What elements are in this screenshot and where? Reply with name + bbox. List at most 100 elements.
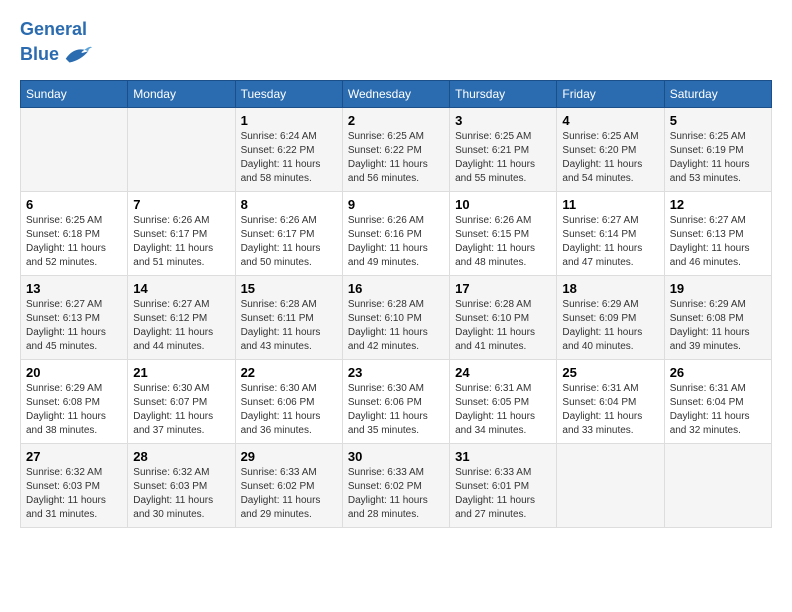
- day-info: Sunrise: 6:25 AM Sunset: 6:21 PM Dayligh…: [455, 130, 551, 186]
- calendar-cell: 2 Sunrise: 6:25 AM Sunset: 6:22 PM Daylig…: [342, 107, 449, 191]
- day-number: 23: [348, 365, 444, 380]
- calendar-cell: 30 Sunrise: 6:33 AM Sunset: 6:02 PM Dayli…: [342, 443, 449, 527]
- day-number: 18: [562, 281, 658, 296]
- day-number: 4: [562, 113, 658, 128]
- header-thursday: Thursday: [450, 80, 557, 107]
- calendar-cell: 16 Sunrise: 6:28 AM Sunset: 6:10 PM Dayli…: [342, 275, 449, 359]
- day-number: 24: [455, 365, 551, 380]
- header-sunday: Sunday: [21, 80, 128, 107]
- day-info: Sunrise: 6:33 AM Sunset: 6:01 PM Dayligh…: [455, 466, 551, 522]
- page-header: General Blue: [20, 20, 772, 70]
- day-info: Sunrise: 6:26 AM Sunset: 6:17 PM Dayligh…: [133, 214, 229, 270]
- calendar-cell: 6Sunrise: 6:25 AM Sunset: 6:18 PM Daylig…: [21, 191, 128, 275]
- day-info: Sunrise: 6:25 AM Sunset: 6:22 PM Dayligh…: [348, 130, 444, 186]
- day-number: 22: [241, 365, 337, 380]
- calendar-cell: 12 Sunrise: 6:27 AM Sunset: 6:13 PM Dayli…: [664, 191, 771, 275]
- calendar-cell: 23 Sunrise: 6:30 AM Sunset: 6:06 PM Dayli…: [342, 359, 449, 443]
- calendar-row: 1 Sunrise: 6:24 AM Sunset: 6:22 PM Daylig…: [21, 107, 772, 191]
- day-number: 1: [241, 113, 337, 128]
- day-info: Sunrise: 6:30 AM Sunset: 6:07 PM Dayligh…: [133, 382, 229, 438]
- day-info: Sunrise: 6:31 AM Sunset: 6:05 PM Dayligh…: [455, 382, 551, 438]
- day-number: 7: [133, 197, 229, 212]
- day-info: Sunrise: 6:27 AM Sunset: 6:13 PM Dayligh…: [26, 298, 122, 354]
- day-info: Sunrise: 6:32 AM Sunset: 6:03 PM Dayligh…: [133, 466, 229, 522]
- day-info: Sunrise: 6:30 AM Sunset: 6:06 PM Dayligh…: [241, 382, 337, 438]
- day-info: Sunrise: 6:26 AM Sunset: 6:17 PM Dayligh…: [241, 214, 337, 270]
- calendar-cell: 25Sunrise: 6:31 AM Sunset: 6:04 PM Dayli…: [557, 359, 664, 443]
- calendar-cell: 11 Sunrise: 6:27 AM Sunset: 6:14 PM Dayli…: [557, 191, 664, 275]
- day-number: 17: [455, 281, 551, 296]
- calendar-row: 27 Sunrise: 6:32 AM Sunset: 6:03 PM Dayli…: [21, 443, 772, 527]
- day-info: Sunrise: 6:30 AM Sunset: 6:06 PM Dayligh…: [348, 382, 444, 438]
- day-number: 19: [670, 281, 766, 296]
- calendar-cell: 15Sunrise: 6:28 AM Sunset: 6:11 PM Dayli…: [235, 275, 342, 359]
- header-wednesday: Wednesday: [342, 80, 449, 107]
- day-info: Sunrise: 6:28 AM Sunset: 6:10 PM Dayligh…: [348, 298, 444, 354]
- day-info: Sunrise: 6:26 AM Sunset: 6:16 PM Dayligh…: [348, 214, 444, 270]
- day-info: Sunrise: 6:32 AM Sunset: 6:03 PM Dayligh…: [26, 466, 122, 522]
- calendar-cell: 8 Sunrise: 6:26 AM Sunset: 6:17 PM Daylig…: [235, 191, 342, 275]
- day-number: 15: [241, 281, 337, 296]
- day-info: Sunrise: 6:28 AM Sunset: 6:10 PM Dayligh…: [455, 298, 551, 354]
- calendar-cell: [21, 107, 128, 191]
- day-number: 16: [348, 281, 444, 296]
- calendar-cell: 1 Sunrise: 6:24 AM Sunset: 6:22 PM Daylig…: [235, 107, 342, 191]
- day-number: 28: [133, 449, 229, 464]
- day-info: Sunrise: 6:27 AM Sunset: 6:14 PM Dayligh…: [562, 214, 658, 270]
- day-number: 11: [562, 197, 658, 212]
- day-info: Sunrise: 6:25 AM Sunset: 6:19 PM Dayligh…: [670, 130, 766, 186]
- calendar-row: 20Sunrise: 6:29 AM Sunset: 6:08 PM Dayli…: [21, 359, 772, 443]
- day-number: 12: [670, 197, 766, 212]
- calendar-cell: 27 Sunrise: 6:32 AM Sunset: 6:03 PM Dayli…: [21, 443, 128, 527]
- logo: General Blue: [20, 20, 92, 70]
- logo-blue: Blue: [20, 45, 59, 65]
- calendar-cell: 13 Sunrise: 6:27 AM Sunset: 6:13 PM Dayli…: [21, 275, 128, 359]
- calendar-cell: 22 Sunrise: 6:30 AM Sunset: 6:06 PM Dayli…: [235, 359, 342, 443]
- day-number: 3: [455, 113, 551, 128]
- calendar-cell: 21 Sunrise: 6:30 AM Sunset: 6:07 PM Dayli…: [128, 359, 235, 443]
- calendar-cell: 14Sunrise: 6:27 AM Sunset: 6:12 PM Dayli…: [128, 275, 235, 359]
- calendar-cell: 3 Sunrise: 6:25 AM Sunset: 6:21 PM Daylig…: [450, 107, 557, 191]
- day-number: 29: [241, 449, 337, 464]
- header-tuesday: Tuesday: [235, 80, 342, 107]
- calendar-cell: 4 Sunrise: 6:25 AM Sunset: 6:20 PM Daylig…: [557, 107, 664, 191]
- calendar-cell: 7 Sunrise: 6:26 AM Sunset: 6:17 PM Daylig…: [128, 191, 235, 275]
- day-number: 20: [26, 365, 122, 380]
- day-number: 26: [670, 365, 766, 380]
- calendar-cell: 18 Sunrise: 6:29 AM Sunset: 6:09 PM Dayli…: [557, 275, 664, 359]
- day-info: Sunrise: 6:25 AM Sunset: 6:18 PM Dayligh…: [26, 214, 122, 270]
- header-monday: Monday: [128, 80, 235, 107]
- day-number: 13: [26, 281, 122, 296]
- day-info: Sunrise: 6:29 AM Sunset: 6:09 PM Dayligh…: [562, 298, 658, 354]
- calendar-cell: 28 Sunrise: 6:32 AM Sunset: 6:03 PM Dayli…: [128, 443, 235, 527]
- day-number: 8: [241, 197, 337, 212]
- day-number: 10: [455, 197, 551, 212]
- logo-bird-icon: [62, 40, 92, 70]
- calendar-cell: 29Sunrise: 6:33 AM Sunset: 6:02 PM Dayli…: [235, 443, 342, 527]
- calendar-cell: 17 Sunrise: 6:28 AM Sunset: 6:10 PM Dayli…: [450, 275, 557, 359]
- day-info: Sunrise: 6:25 AM Sunset: 6:20 PM Dayligh…: [562, 130, 658, 186]
- day-number: 30: [348, 449, 444, 464]
- calendar-cell: [664, 443, 771, 527]
- day-info: Sunrise: 6:24 AM Sunset: 6:22 PM Dayligh…: [241, 130, 337, 186]
- day-number: 27: [26, 449, 122, 464]
- calendar-cell: [128, 107, 235, 191]
- weekday-header-row: SundayMondayTuesdayWednesdayThursdayFrid…: [21, 80, 772, 107]
- calendar-table: SundayMondayTuesdayWednesdayThursdayFrid…: [20, 80, 772, 528]
- day-info: Sunrise: 6:31 AM Sunset: 6:04 PM Dayligh…: [670, 382, 766, 438]
- header-saturday: Saturday: [664, 80, 771, 107]
- day-number: 21: [133, 365, 229, 380]
- day-number: 2: [348, 113, 444, 128]
- day-info: Sunrise: 6:31 AM Sunset: 6:04 PM Dayligh…: [562, 382, 658, 438]
- calendar-cell: 31 Sunrise: 6:33 AM Sunset: 6:01 PM Dayli…: [450, 443, 557, 527]
- calendar-cell: 19 Sunrise: 6:29 AM Sunset: 6:08 PM Dayli…: [664, 275, 771, 359]
- day-number: 14: [133, 281, 229, 296]
- calendar-cell: 20Sunrise: 6:29 AM Sunset: 6:08 PM Dayli…: [21, 359, 128, 443]
- calendar-cell: 9 Sunrise: 6:26 AM Sunset: 6:16 PM Daylig…: [342, 191, 449, 275]
- day-info: Sunrise: 6:27 AM Sunset: 6:13 PM Dayligh…: [670, 214, 766, 270]
- day-info: Sunrise: 6:33 AM Sunset: 6:02 PM Dayligh…: [348, 466, 444, 522]
- calendar-cell: 10Sunrise: 6:26 AM Sunset: 6:15 PM Dayli…: [450, 191, 557, 275]
- day-number: 9: [348, 197, 444, 212]
- day-info: Sunrise: 6:29 AM Sunset: 6:08 PM Dayligh…: [670, 298, 766, 354]
- day-number: 31: [455, 449, 551, 464]
